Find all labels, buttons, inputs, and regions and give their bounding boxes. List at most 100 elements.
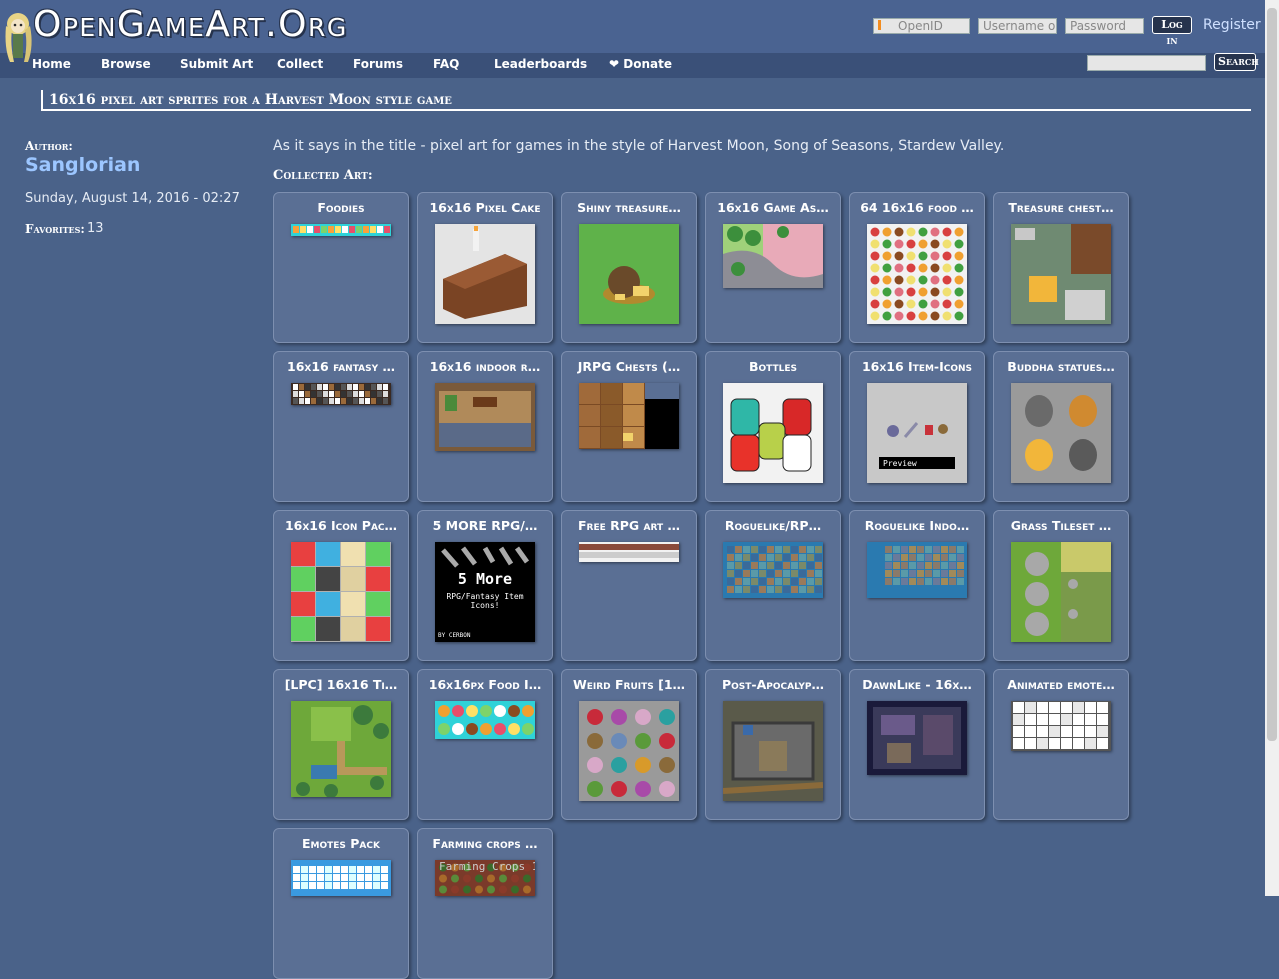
art-thumbnail[interactable] xyxy=(723,224,823,288)
username-input[interactable]: Username or xyxy=(978,18,1057,34)
art-thumbnail[interactable] xyxy=(291,224,391,236)
art-card-title[interactable]: Emotes Pack xyxy=(280,836,402,851)
nav-browse[interactable]: Browse xyxy=(101,57,151,71)
art-card-title[interactable]: Roguelike Indo… xyxy=(856,518,978,533)
art-thumbnail[interactable] xyxy=(579,224,679,324)
art-card[interactable]: Post-Apocalyp… xyxy=(705,669,841,820)
nav-home[interactable]: Home xyxy=(32,57,71,71)
art-card-title[interactable]: 16x16 Game As… xyxy=(712,200,834,215)
page-title: 16x16 pixel art sprites for a Harvest Mo… xyxy=(49,92,452,108)
art-card-title[interactable]: 16x16 Icon Pac… xyxy=(280,518,402,533)
art-card[interactable]: 16x16 Pixel Cake xyxy=(417,192,553,343)
art-card[interactable]: Shiny treasure… xyxy=(561,192,697,343)
art-thumbnail[interactable]: Preview xyxy=(867,383,967,483)
art-thumbnail[interactable] xyxy=(435,383,535,451)
art-card-title[interactable]: JRPG Chests (… xyxy=(568,359,690,374)
art-thumbnail[interactable] xyxy=(291,701,391,797)
art-thumbnail[interactable] xyxy=(291,860,391,896)
art-card[interactable]: 64 16x16 food … xyxy=(849,192,985,343)
art-card[interactable]: Bottles xyxy=(705,351,841,502)
art-card-title[interactable]: 16x16 fantasy … xyxy=(280,359,402,374)
art-card[interactable]: [LPC] 16x16 Ti… xyxy=(273,669,409,820)
art-card-title[interactable]: Roguelike/RP… xyxy=(712,518,834,533)
preview-label: Preview xyxy=(883,459,917,468)
art-card[interactable]: Treasure chest… xyxy=(993,192,1129,343)
art-thumbnail[interactable]: 5 More RPG/Fantasy Item Icons! BY CERBON xyxy=(435,542,535,642)
art-thumbnail[interactable] xyxy=(435,701,535,739)
art-card-title[interactable]: Farming crops … xyxy=(424,836,546,851)
login-button[interactable]: Log in xyxy=(1152,16,1192,47)
art-card-title[interactable]: 16x16 indoor r… xyxy=(424,359,546,374)
scrollbar-thumb[interactable] xyxy=(1267,8,1277,741)
art-card[interactable]: Weird Fruits [1… xyxy=(561,669,697,820)
art-card[interactable]: 16x16 Icon Pac… xyxy=(273,510,409,661)
nav-leaderboards[interactable]: Leaderboards xyxy=(494,57,587,71)
search-button[interactable]: Search xyxy=(1214,53,1259,71)
art-card[interactable]: JRPG Chests (… xyxy=(561,351,697,502)
mascot-logo-icon[interactable] xyxy=(0,8,36,64)
art-card[interactable]: Roguelike Indo… xyxy=(849,510,985,661)
search-input[interactable] xyxy=(1087,55,1206,71)
openid-icon xyxy=(878,20,888,30)
nav-donate[interactable]: ❤ Donate xyxy=(609,57,672,71)
art-card[interactable]: 5 MORE RPG/… 5 More RPG/Fantasy Item Icons… xyxy=(417,510,553,661)
art-card[interactable]: Free RPG art … xyxy=(561,510,697,661)
art-card-title[interactable]: Animated emote… xyxy=(1000,677,1122,692)
art-card[interactable]: Grass Tileset … xyxy=(993,510,1129,661)
art-card[interactable]: Roguelike/RP… xyxy=(705,510,841,661)
art-thumbnail[interactable] xyxy=(723,701,823,801)
art-card[interactable]: 16x16 Game As… xyxy=(705,192,841,343)
art-card[interactable]: 16x16 Item-Icons Preview xyxy=(849,351,985,502)
art-thumbnail[interactable] xyxy=(1011,383,1111,483)
art-thumbnail[interactable] xyxy=(867,224,967,324)
art-card[interactable]: 16x16 fantasy … xyxy=(273,351,409,502)
art-card-title[interactable]: Free RPG art … xyxy=(568,518,690,533)
art-card-title[interactable]: 16x16px Food I… xyxy=(424,677,546,692)
post-date: Sunday, August 14, 2016 - 02:27 xyxy=(25,191,240,206)
art-card-title[interactable]: Foodies xyxy=(280,200,402,215)
art-card-title[interactable]: Treasure chest… xyxy=(1000,200,1122,215)
art-card-title[interactable]: Post-Apocalyp… xyxy=(712,677,834,692)
art-card[interactable]: Farming crops … Farming Crops 16 xyxy=(417,828,553,979)
password-input[interactable]: Password xyxy=(1065,18,1144,34)
art-card[interactable]: DawnLike - 16x… xyxy=(849,669,985,820)
author-link[interactable]: Sanglorian xyxy=(25,154,140,176)
art-card[interactable]: Foodies xyxy=(273,192,409,343)
art-thumbnail[interactable] xyxy=(291,383,391,405)
art-card-title[interactable]: Grass Tileset … xyxy=(1000,518,1122,533)
art-card-title[interactable]: [LPC] 16x16 Ti… xyxy=(280,677,402,692)
art-card-title[interactable]: 5 MORE RPG/… xyxy=(424,518,546,533)
art-thumbnail[interactable] xyxy=(723,542,823,598)
register-link[interactable]: Register xyxy=(1203,17,1261,33)
art-thumbnail[interactable]: Farming Crops 16 xyxy=(435,860,535,896)
art-card[interactable]: 16x16 indoor r… xyxy=(417,351,553,502)
art-thumbnail[interactable] xyxy=(723,383,823,483)
art-card-title[interactable]: DawnLike - 16x… xyxy=(856,677,978,692)
art-thumbnail[interactable] xyxy=(579,383,679,449)
art-card[interactable]: Buddha statues… xyxy=(993,351,1129,502)
art-card-title[interactable]: 16x16 Item-Icons xyxy=(856,359,978,374)
nav-submit-art[interactable]: Submit Art xyxy=(180,57,253,71)
art-card[interactable]: 16x16px Food I… xyxy=(417,669,553,820)
nav-forums[interactable]: Forums xyxy=(353,57,403,71)
art-card-title[interactable]: Weird Fruits [1… xyxy=(568,677,690,692)
art-thumbnail[interactable] xyxy=(867,701,967,775)
art-card-title[interactable]: Bottles xyxy=(712,359,834,374)
art-card-title[interactable]: 64 16x16 food … xyxy=(856,200,978,215)
art-thumbnail[interactable] xyxy=(579,701,679,801)
art-thumbnail[interactable] xyxy=(291,542,391,642)
art-thumbnail[interactable] xyxy=(1011,542,1111,642)
art-card-title[interactable]: Shiny treasure… xyxy=(568,200,690,215)
art-card[interactable]: Animated emote… xyxy=(993,669,1129,820)
art-thumbnail[interactable] xyxy=(435,224,535,324)
art-thumbnail[interactable] xyxy=(1011,701,1111,751)
art-thumbnail[interactable] xyxy=(579,542,679,562)
art-card-title[interactable]: Buddha statues… xyxy=(1000,359,1122,374)
nav-collect[interactable]: Collect xyxy=(277,57,323,71)
art-thumbnail[interactable] xyxy=(867,542,967,598)
nav-faq[interactable]: FAQ xyxy=(433,57,459,71)
site-title[interactable]: OpenGameArt.Org xyxy=(33,4,348,45)
art-card-title[interactable]: 16x16 Pixel Cake xyxy=(424,200,546,215)
art-thumbnail[interactable] xyxy=(1011,224,1111,324)
art-card[interactable]: Emotes Pack xyxy=(273,828,409,979)
